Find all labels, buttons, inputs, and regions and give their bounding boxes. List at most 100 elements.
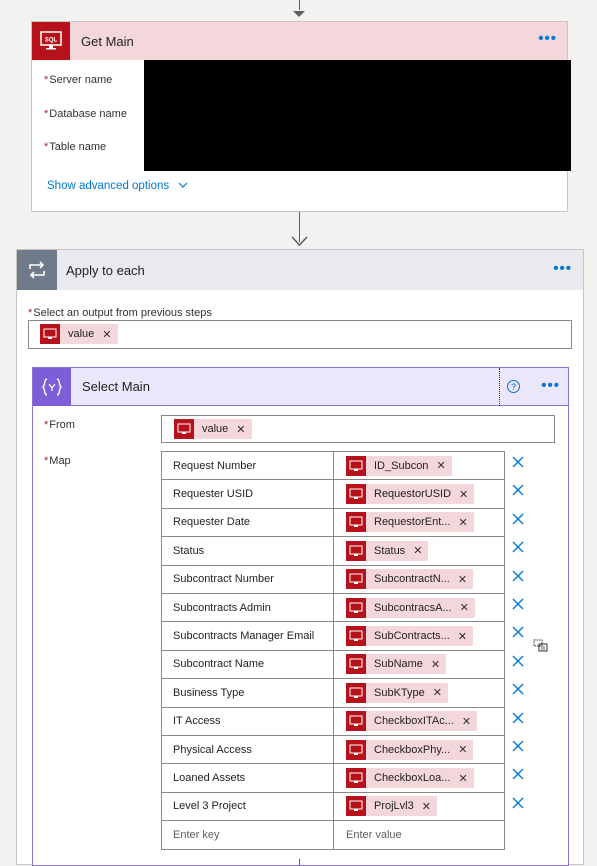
from-input[interactable]: value ✕ [161,415,555,443]
remove-token-icon[interactable]: ✕ [458,573,467,586]
map-key-cell[interactable]: Physical Access [161,736,334,765]
map-key-cell[interactable]: Status [161,537,334,566]
value-token[interactable]: ProjLvl3 ✕ [346,796,437,817]
remove-token-icon[interactable]: ✕ [433,686,442,699]
map-value-cell[interactable]: SubcontractN... ✕ [334,565,505,594]
map-value-cell[interactable]: SubKType ✕ [334,679,505,708]
remove-token-icon[interactable]: ✕ [458,516,467,529]
value-token[interactable]: CheckboxITAc... ✕ [346,711,478,732]
map-value-cell[interactable]: CheckboxLoa... ✕ [334,764,505,793]
value-token[interactable]: SubKType ✕ [346,682,448,703]
show-advanced-options-link[interactable]: Show advanced options [47,180,188,192]
map-row: Business Type SubKType ✕ [161,679,505,708]
map-value-cell[interactable]: SubName ✕ [334,650,505,680]
remove-token-icon[interactable]: ✕ [422,800,431,813]
loop-icon [17,250,57,290]
focus-divider [499,368,500,406]
enter-key-input[interactable]: Enter key [161,821,334,850]
value-token[interactable]: CheckboxLoa... ✕ [346,768,474,789]
map-value-cell[interactable]: SubContracts... ✕ [334,622,505,651]
value-token[interactable]: CheckboxPhy... ✕ [346,739,474,760]
value-token[interactable]: RequestorUSID ✕ [346,484,475,505]
token-label: SubcontracsA... [374,601,452,614]
map-key-cell[interactable]: Subcontract Name [161,650,334,680]
connector-line [299,859,300,865]
delete-row-icon[interactable] [511,569,525,587]
value-token[interactable]: Status ✕ [346,540,429,561]
help-icon[interactable]: ? [507,380,520,393]
delete-row-icon[interactable] [511,711,525,729]
switch-mode-icon[interactable] [533,639,549,656]
delete-row-icon[interactable] [511,682,525,700]
map-key-cell[interactable]: Requester USID [161,480,334,509]
map-key-cell[interactable]: Loaned Assets [161,764,334,793]
map-key-cell[interactable]: Business Type [161,679,334,708]
more-options-icon[interactable]: ••• [553,261,572,276]
map-key-cell[interactable]: Subcontract Number [161,565,334,594]
map-row-new: Enter key Enter value [161,821,505,850]
map-key-cell[interactable]: IT Access [161,707,334,736]
map-value-cell[interactable]: SubcontracsA... ✕ [334,594,505,623]
remove-token-icon[interactable]: ✕ [460,601,469,614]
key-placeholder: Enter key [173,828,220,841]
value-token[interactable]: SubcontractN... ✕ [346,569,474,590]
delete-row-icon[interactable] [511,739,525,757]
map-value-cell[interactable]: RequestorUSID ✕ [334,480,505,509]
map-key-cell[interactable]: Requester Date [161,508,334,538]
from-label: *From [44,419,75,431]
delete-row-icon[interactable] [511,796,525,814]
map-key: IT Access [173,715,221,728]
remove-token-icon[interactable]: ✕ [436,459,445,472]
map-row: Subcontracts Admin SubcontracsA... ✕ [161,594,505,623]
value-token[interactable]: RequestorEnt... ✕ [346,512,474,533]
enter-value-input[interactable]: Enter value [334,821,505,850]
value-token[interactable]: ID_Subcon ✕ [346,455,452,476]
delete-row-icon[interactable] [511,625,525,643]
select-main-header[interactable]: Select Main [33,367,568,406]
value-token[interactable]: value ✕ [40,324,118,344]
delete-row-icon[interactable] [511,512,525,530]
remove-token-icon[interactable]: ✕ [458,743,467,756]
remove-token-icon[interactable]: ✕ [462,715,471,728]
more-options-icon[interactable]: ••• [538,31,557,46]
token-label: SubKType [374,686,425,699]
connector-line [299,0,300,10]
more-options-icon[interactable]: ••• [541,378,560,393]
delete-row-icon[interactable] [511,767,525,785]
remove-token-icon[interactable]: ✕ [459,488,468,501]
map-value-cell[interactable]: RequestorEnt... ✕ [334,508,505,538]
remove-token-icon[interactable]: ✕ [431,658,440,671]
map-value-cell[interactable]: ID_Subcon ✕ [334,452,505,481]
get-main-header[interactable]: SQL Get Main ••• [32,22,567,60]
delete-row-icon[interactable] [511,483,525,501]
map-key-cell[interactable]: Subcontracts Admin [161,594,334,623]
delete-row-icon[interactable] [511,540,525,558]
value-token[interactable]: SubcontracsA... ✕ [346,597,475,618]
remove-token-icon[interactable]: ✕ [102,328,111,341]
map-value-cell[interactable]: ProjLvl3 ✕ [334,792,505,822]
delete-row-icon[interactable] [511,654,525,672]
remove-token-icon[interactable]: ✕ [458,630,467,643]
map-value-cell[interactable]: Status ✕ [334,537,505,566]
remove-token-icon[interactable]: ✕ [458,772,467,785]
map-value-cell[interactable]: CheckboxPhy... ✕ [334,736,505,765]
remove-token-icon[interactable]: ✕ [413,544,422,557]
map-key-cell[interactable]: Level 3 Project [161,792,334,822]
remove-token-icon[interactable]: ✕ [236,423,245,436]
sql-icon [346,626,366,647]
map-row: Loaned Assets CheckboxLoa... ✕ [161,764,505,793]
value-token[interactable]: SubName ✕ [346,654,447,675]
apply-to-each-header[interactable]: Apply to each ••• [17,250,583,290]
map-key-cell[interactable]: Request Number [161,452,334,481]
value-token[interactable]: SubContracts... ✕ [346,626,474,647]
map-value-cell[interactable]: CheckboxITAc... ✕ [334,707,505,736]
output-input[interactable]: value ✕ [28,320,572,349]
token-label: CheckboxITAc... [374,715,454,728]
sql-icon [346,455,366,476]
select-main-card: Select Main ? ••• *From value ✕ *Map Req… [32,367,569,866]
token-label: CheckboxLoa... [374,772,451,785]
delete-row-icon[interactable] [511,597,525,615]
value-token[interactable]: value ✕ [174,419,252,439]
map-key-cell[interactable]: Subcontracts Manager Email [161,622,334,651]
delete-row-icon[interactable] [511,455,525,473]
